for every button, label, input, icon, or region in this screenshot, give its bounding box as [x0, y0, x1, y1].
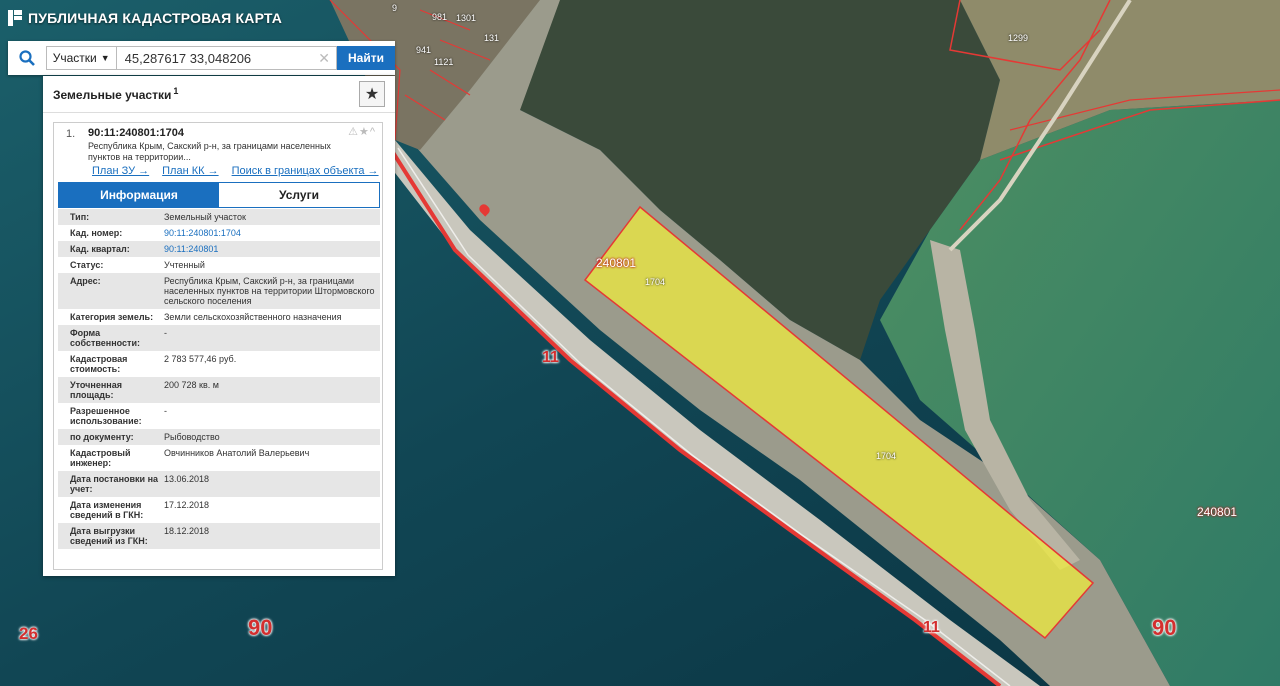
table-row: Тип: Земельный участок — [58, 209, 380, 225]
house-label-5: 1301 — [456, 13, 477, 23]
table-row: Категория земель: Земли сельскохозяйствен… — [58, 309, 380, 325]
quarter-label-left: 240801 — [596, 256, 637, 270]
prop-label: Разрешенное использование: — [70, 406, 142, 426]
table-row: Уточненная площадь: 200 728 кв. м — [58, 377, 380, 403]
panel-title: Земельные участки 1 — [53, 86, 178, 102]
parcel-1299-label: 1299 — [1008, 33, 1029, 43]
panel-title-text: Земельные участки — [53, 88, 172, 102]
region-26-label: 26 — [19, 624, 38, 643]
result-address: Республика Крым, Сакский р-н, за граница… — [88, 141, 331, 162]
table-row: Кад. квартал: 90:11:240801 — [58, 241, 380, 257]
clear-icon[interactable]: ✕ — [318, 50, 330, 67]
prop-value: 17.12.2018 — [164, 500, 210, 510]
cad-quarter-link[interactable]: 90:11:240801 — [164, 241, 380, 257]
prop-label: Кад. номер: — [70, 228, 123, 238]
cad-number-link[interactable]: 90:11:240801:1704 — [164, 225, 380, 241]
prop-value: Земли сельскохозяйственного назначения — [164, 312, 342, 322]
table-row: Дата выгрузки сведений из ГКН: 18.12.2018 — [58, 523, 380, 549]
app-header: ПУБЛИЧНАЯ КАДАСТРОВАЯ КАРТА — [8, 10, 282, 26]
tab-info[interactable]: Информация — [59, 183, 219, 207]
search-in-bounds-link[interactable]: Поиск в границах объекта → — [232, 165, 379, 177]
result-count: 1 — [173, 86, 179, 96]
results-panel: Земельные участки 1 ★ 1. 90:11:240801:170… — [43, 76, 395, 576]
parcel-1704-label-top: 1704 — [645, 277, 666, 287]
prop-value: - — [164, 406, 167, 416]
warning-icon[interactable]: ⚠ — [348, 126, 359, 138]
prop-value: 13.06.2018 — [164, 474, 210, 484]
prop-value: 2 783 577,46 руб. — [164, 354, 237, 364]
rosreestr-logo-icon — [8, 10, 22, 26]
house-label-1: 981 — [432, 12, 448, 22]
prop-label: Категория земель: — [70, 312, 154, 322]
find-button[interactable]: Найти — [337, 46, 395, 70]
star-icon: ★ — [364, 86, 380, 103]
prop-value: - — [164, 328, 167, 338]
prop-label: Дата выгрузки сведений из ГКН: — [70, 526, 148, 546]
caret-down-icon: ▼ — [100, 53, 110, 63]
table-row: Кадастровая стоимость: 2 783 577,46 руб. — [58, 351, 380, 377]
app-title: ПУБЛИЧНАЯ КАДАСТРОВАЯ КАРТА — [28, 10, 283, 26]
prop-label: Уточненная площадь: — [70, 380, 122, 400]
prop-value: 200 728 кв. м — [164, 380, 219, 390]
table-row: по документу: Рыбоводство — [58, 429, 380, 445]
prop-value: Земельный участок — [164, 212, 246, 222]
prop-value: Рыбоводство — [164, 432, 220, 442]
table-row: Дата постановки на учет: 13.06.2018 — [58, 471, 380, 497]
search-input-wrap: ✕ — [116, 46, 338, 70]
table-row: Кад. номер: 90:11:240801:1704 — [58, 225, 380, 241]
prop-label: Статус: — [70, 260, 104, 270]
card-controls: ⚠★^ — [348, 125, 376, 138]
result-index: 1. — [66, 128, 76, 140]
region-90-label-b: 90 — [1152, 615, 1177, 640]
result-cad-number[interactable]: 90:11:240801:1704 — [88, 127, 184, 139]
panel-header: Земельные участки 1 ★ — [43, 76, 395, 113]
house-label-2: 941 — [416, 45, 432, 55]
search-input[interactable] — [116, 50, 319, 66]
house-label-4: 131 — [484, 33, 500, 43]
plan-zu-link[interactable]: План ЗУ → — [92, 165, 149, 177]
favorite-button[interactable]: ★ — [359, 81, 385, 107]
prop-value: Республика Крым, Сакский р-н, за граница… — [164, 276, 375, 306]
prop-value: Овчинников Анатолий Валерьевич — [164, 448, 310, 458]
star-outline-icon[interactable]: ★ — [359, 126, 370, 138]
prop-label: по документу: — [70, 432, 134, 442]
house-label-0: 9 — [392, 3, 398, 13]
table-row: Дата изменения сведений в ГКН: 17.12.2018 — [58, 497, 380, 523]
house-label-3: 1121 — [434, 57, 454, 67]
table-row: Адрес: Республика Крым, Сакский р-н, за г… — [58, 273, 380, 309]
result-links: План ЗУ → План КК → Поиск в границах объ… — [92, 165, 379, 177]
quarter-label-right: 240801 — [1197, 505, 1238, 519]
prop-label: Форма собственности: — [70, 328, 140, 348]
district-11-label-b: 11 — [923, 619, 940, 636]
prop-label: Тип: — [70, 212, 90, 222]
property-table: Тип: Земельный участок Кад. номер: 90:11:2… — [58, 209, 380, 549]
search-bar: Участки ▼ ✕ Найти — [8, 41, 395, 75]
prop-label: Кадастровый инженер: — [70, 448, 131, 468]
table-row: Разрешенное использование: - — [58, 403, 380, 429]
result-card: 1. 90:11:240801:1704 ⚠★^ Республика Крым… — [53, 122, 383, 570]
prop-label: Адрес: — [70, 276, 101, 286]
district-11-label-a: 11 — [542, 349, 559, 366]
prop-label: Дата постановки на учет: — [70, 474, 159, 494]
tab-services[interactable]: Услуги — [219, 183, 379, 207]
parcel-1704-label-center: 1704 — [876, 451, 897, 461]
search-icon[interactable] — [8, 41, 46, 75]
table-row: Форма собственности: - — [58, 325, 380, 351]
prop-value: 18.12.2018 — [164, 526, 210, 536]
collapse-icon[interactable]: ^ — [370, 126, 376, 138]
prop-value: Учтенный — [164, 260, 205, 270]
table-row: Статус: Учтенный — [58, 257, 380, 273]
search-type-label: Участки — [52, 51, 97, 65]
table-row: Кадастровый инженер: Овчинников Анатолий … — [58, 445, 380, 471]
search-type-select[interactable]: Участки ▼ — [45, 46, 117, 70]
plan-kk-link[interactable]: План КК → — [162, 165, 218, 177]
prop-label: Кад. квартал: — [70, 244, 130, 254]
prop-label: Дата изменения сведений в ГКН: — [70, 500, 144, 520]
region-90-label-a: 90 — [248, 615, 273, 640]
result-tabs: Информация Услуги — [58, 182, 380, 208]
prop-label: Кадастровая стоимость: — [70, 354, 128, 374]
